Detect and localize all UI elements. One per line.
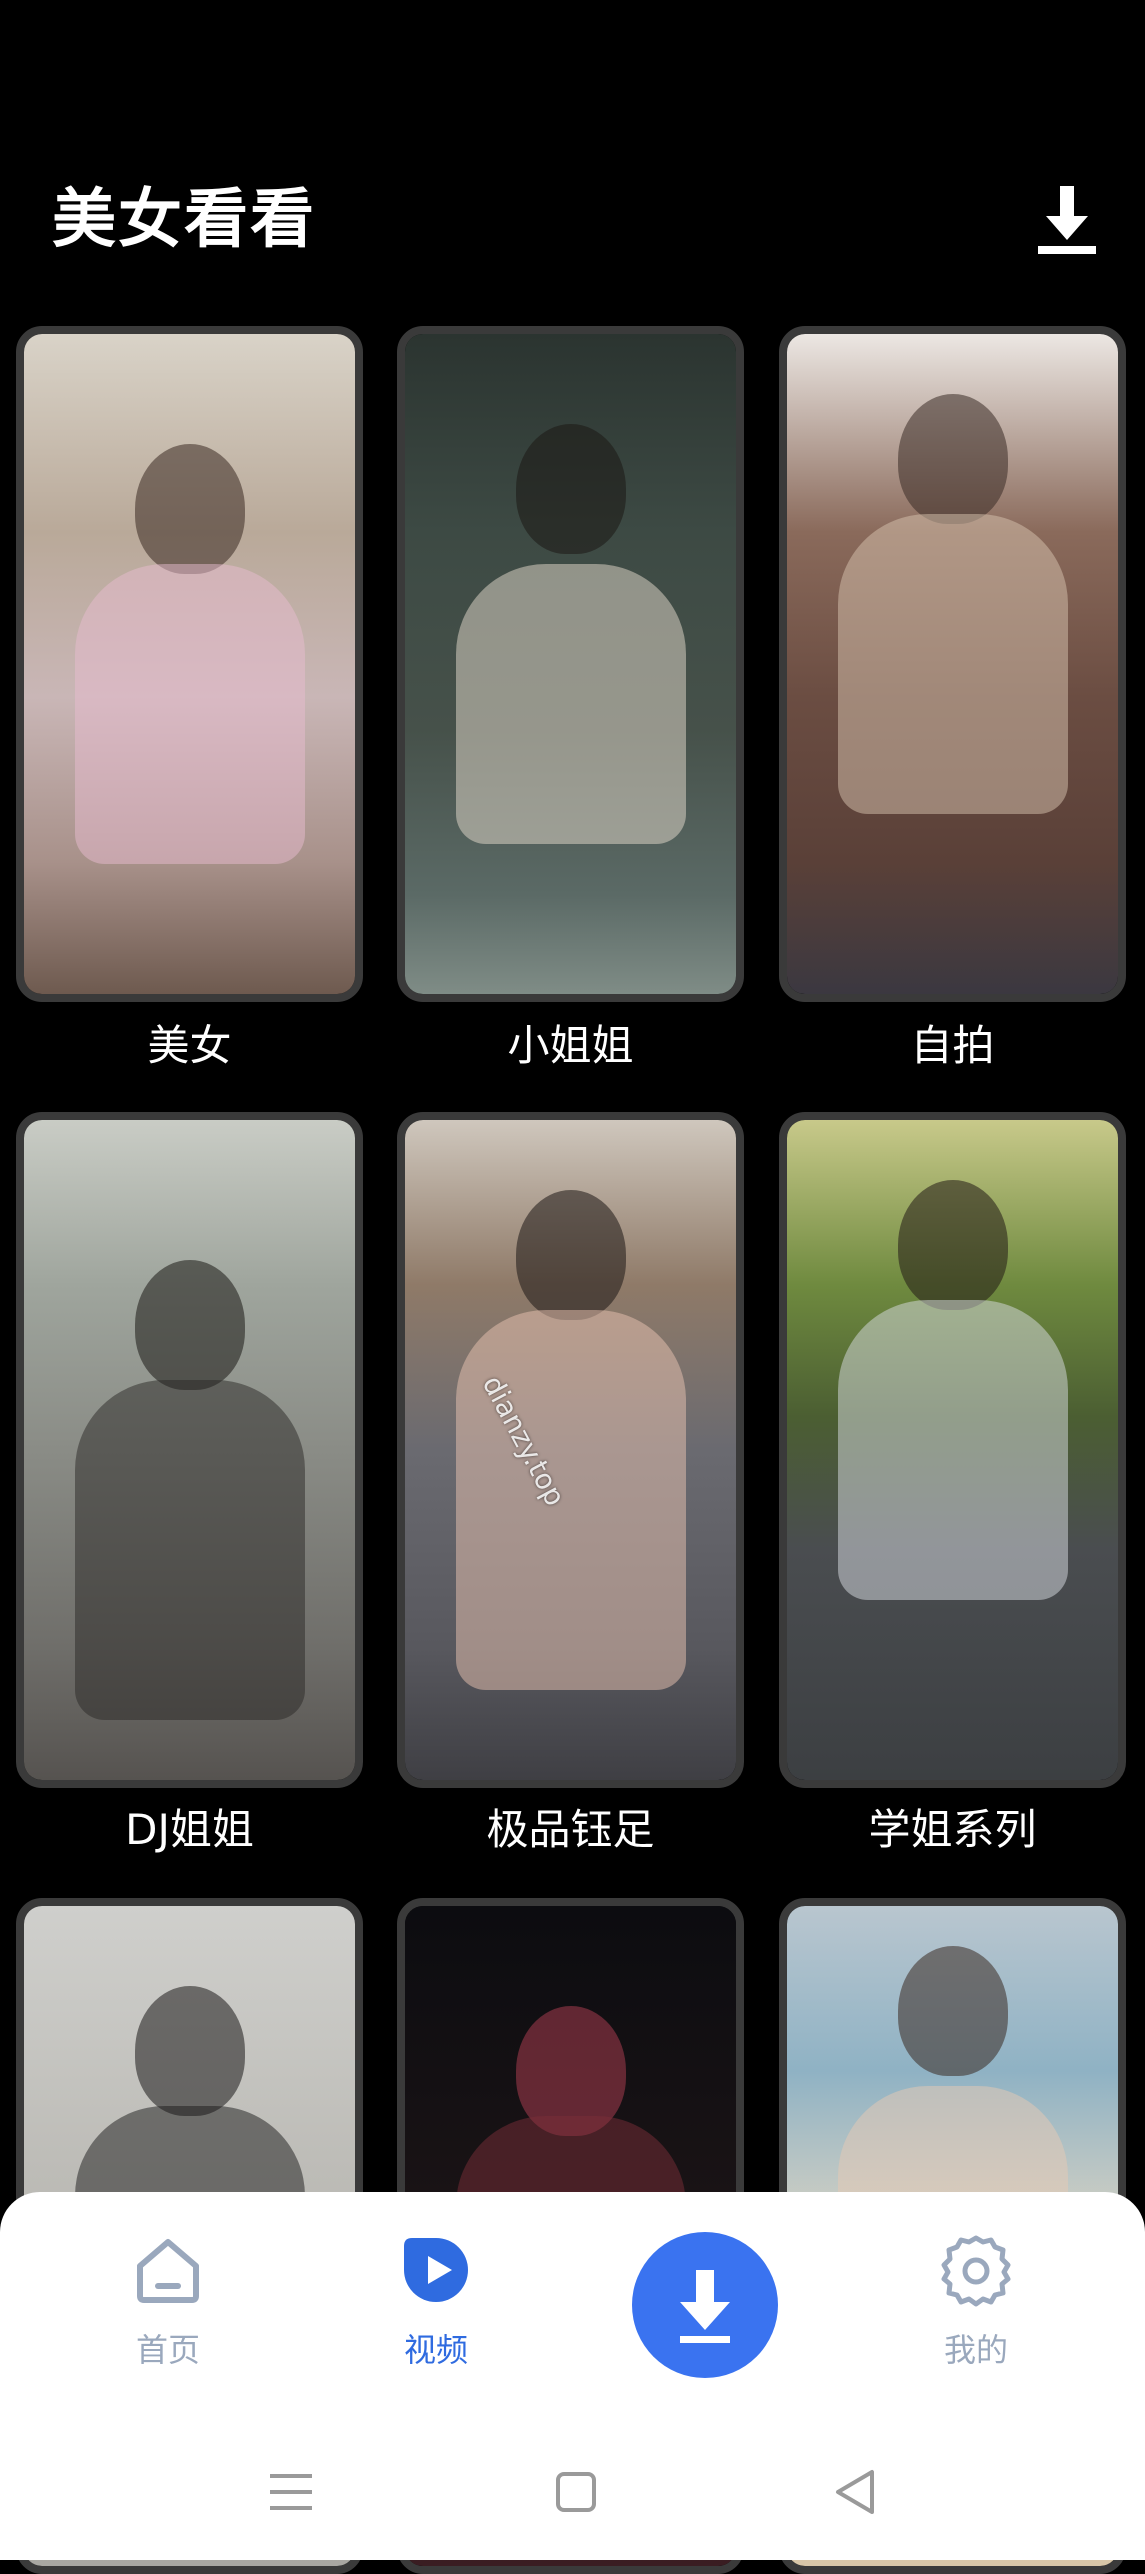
nav-video-label: 视频 <box>403 2331 468 2369</box>
category-thumbnail <box>787 334 1118 994</box>
download-icon <box>680 2270 730 2343</box>
home-icon <box>130 2232 206 2308</box>
square-icon[interactable] <box>546 2464 606 2520</box>
category-label: 自拍 <box>910 1021 995 1070</box>
back-triangle-icon[interactable] <box>826 2464 886 2520</box>
system-navigation-bar <box>0 2420 1145 2560</box>
category-grid: 美女 小姐姐 自拍 DJ姐姐 dianzy.top 极品钰足 学姐系列 <box>0 0 1145 2574</box>
menu-icon[interactable] <box>262 2464 322 2520</box>
category-thumbnail: dianzy.top <box>405 1120 736 1780</box>
download-fab-button[interactable] <box>632 2232 778 2378</box>
category-card-3[interactable] <box>779 326 1126 1002</box>
category-card-5[interactable]: dianzy.top <box>397 1112 744 1788</box>
nav-video[interactable]: 视频 <box>356 2232 516 2382</box>
nav-mine[interactable]: 我的 <box>896 2232 1056 2382</box>
category-label: 极品钰足 <box>486 1805 655 1854</box>
nav-mine-label: 我的 <box>943 2331 1008 2369</box>
category-card-1[interactable] <box>16 326 363 1002</box>
category-card-6[interactable] <box>779 1112 1126 1788</box>
nav-home-label: 首页 <box>135 2331 200 2369</box>
category-thumbnail <box>24 334 355 994</box>
category-label: 美女 <box>147 1021 232 1070</box>
nav-home[interactable]: 首页 <box>88 2232 248 2382</box>
category-thumbnail <box>24 1120 355 1780</box>
play-icon <box>398 2232 474 2308</box>
gear-icon <box>938 2232 1014 2308</box>
category-card-4[interactable] <box>16 1112 363 1788</box>
category-thumbnail <box>405 334 736 994</box>
bottom-navigation: 首页 视频 我的 <box>0 2192 1145 2420</box>
category-card-2[interactable] <box>397 326 744 1002</box>
category-label: 小姐姐 <box>507 1021 634 1070</box>
category-label: 学姐系列 <box>868 1805 1037 1854</box>
category-thumbnail <box>787 1120 1118 1780</box>
category-label: DJ姐姐 <box>125 1805 254 1854</box>
